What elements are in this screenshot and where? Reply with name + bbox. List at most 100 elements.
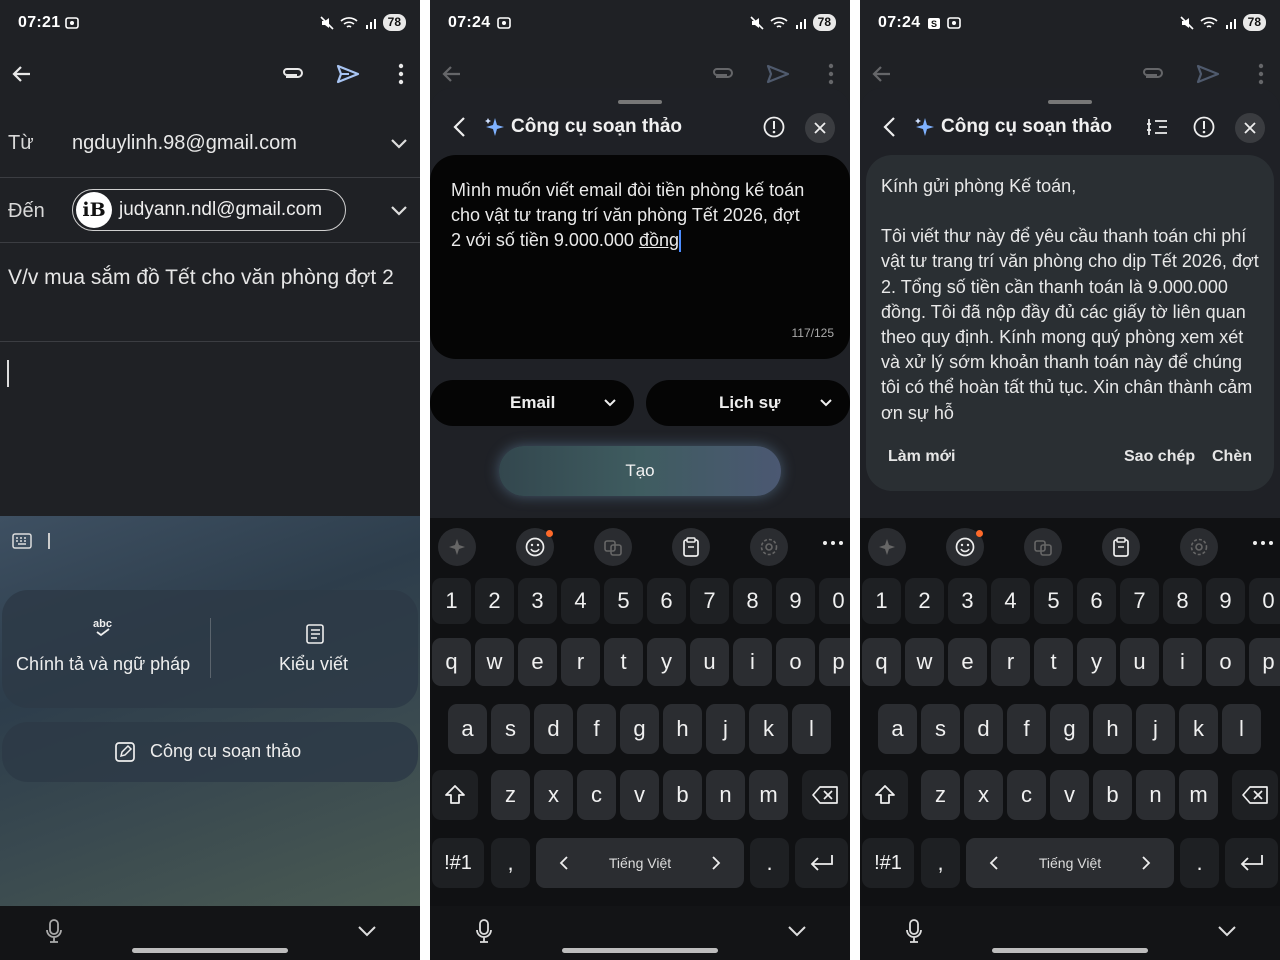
key-n[interactable]: n [1136, 770, 1175, 820]
key-8[interactable]: 8 [733, 578, 772, 624]
result-text[interactable]: Kính gửi phòng Kế toán, Tôi viết thư này… [881, 174, 1259, 430]
settings-tool-button[interactable] [1180, 528, 1218, 566]
key-3[interactable]: 3 [518, 578, 557, 624]
key-i[interactable]: i [733, 638, 772, 686]
key-z[interactable]: z [491, 770, 530, 820]
report-icon[interactable] [763, 116, 785, 138]
close-button[interactable] [1235, 113, 1265, 143]
key-g[interactable]: g [1050, 704, 1089, 754]
key-0[interactable]: 0 [1249, 578, 1280, 624]
key-p[interactable]: p [819, 638, 850, 686]
key-1[interactable]: 1 [862, 578, 901, 624]
key-l[interactable]: l [792, 704, 831, 754]
tone-select[interactable]: Lịch sự [646, 380, 850, 426]
sheet-handle[interactable] [618, 100, 662, 104]
attach-icon[interactable] [280, 62, 306, 86]
key-f[interactable]: f [1007, 704, 1046, 754]
symbols-key[interactable]: !#1 [432, 838, 484, 888]
from-row[interactable]: Từ ngduylinh.98@gmail.com [0, 112, 420, 178]
key-2[interactable]: 2 [905, 578, 944, 624]
home-indicator[interactable] [562, 948, 718, 953]
key-v[interactable]: v [620, 770, 659, 820]
chevron-down-icon[interactable] [390, 137, 408, 151]
key-p[interactable]: p [1249, 638, 1280, 686]
key-o[interactable]: o [1206, 638, 1245, 686]
back-arrow-icon[interactable] [10, 62, 34, 86]
key-q[interactable]: q [432, 638, 471, 686]
emoji-tool-button[interactable] [946, 528, 984, 566]
comma-key[interactable]: , [921, 838, 960, 888]
key-1[interactable]: 1 [432, 578, 471, 624]
more-horiz-icon[interactable] [1252, 539, 1274, 547]
space-key[interactable]: Tiếng Việt [536, 838, 744, 888]
body-cursor[interactable] [7, 360, 9, 387]
generate-button[interactable]: Tạo [499, 446, 781, 496]
recipient-chip[interactable]: iB judyann.ndl@gmail.com [72, 189, 346, 231]
emoji-tool-button[interactable] [516, 528, 554, 566]
chevron-down-icon[interactable] [390, 204, 408, 218]
key-h[interactable]: h [663, 704, 702, 754]
home-indicator[interactable] [992, 948, 1148, 953]
report-icon[interactable] [1193, 116, 1215, 138]
microphone-icon[interactable] [44, 918, 64, 944]
key-m[interactable]: m [749, 770, 788, 820]
key-k[interactable]: k [749, 704, 788, 754]
period-key[interactable]: . [1180, 838, 1219, 888]
hide-keyboard-icon[interactable] [1217, 925, 1237, 939]
copy-button[interactable]: Sao chép [1124, 448, 1195, 466]
shift-key[interactable] [432, 770, 478, 820]
writing-style-button[interactable]: Kiểu viết [212, 590, 418, 708]
hide-keyboard-icon[interactable] [787, 925, 807, 939]
key-g[interactable]: g [620, 704, 659, 754]
key-u[interactable]: u [690, 638, 729, 686]
send-icon[interactable] [335, 62, 361, 86]
backspace-key[interactable] [1232, 770, 1278, 820]
format-select[interactable]: Email [430, 380, 634, 426]
keyboard-icon[interactable] [12, 533, 32, 549]
enter-key[interactable] [1225, 838, 1278, 888]
backspace-key[interactable] [802, 770, 848, 820]
refresh-button[interactable]: Làm mới [888, 448, 955, 466]
key-7[interactable]: 7 [690, 578, 729, 624]
symbols-key[interactable]: !#1 [862, 838, 914, 888]
sheet-handle[interactable] [1048, 100, 1092, 104]
key-w[interactable]: w [475, 638, 514, 686]
key-h[interactable]: h [1093, 704, 1132, 754]
key-2[interactable]: 2 [475, 578, 514, 624]
key-b[interactable]: b [1093, 770, 1132, 820]
key-s[interactable]: s [921, 704, 960, 754]
chevron-left-icon[interactable] [882, 116, 896, 138]
key-y[interactable]: y [647, 638, 686, 686]
ai-sparkle-tool-button[interactable] [438, 528, 476, 566]
key-6[interactable]: 6 [647, 578, 686, 624]
key-r[interactable]: r [561, 638, 600, 686]
more-vert-icon[interactable] [394, 62, 408, 86]
enter-key[interactable] [795, 838, 848, 888]
key-t[interactable]: t [604, 638, 643, 686]
key-u[interactable]: u [1120, 638, 1159, 686]
settings-tool-button[interactable] [750, 528, 788, 566]
key-o[interactable]: o [776, 638, 815, 686]
translate-tool-button[interactable] [1024, 528, 1062, 566]
key-y[interactable]: y [1077, 638, 1116, 686]
key-x[interactable]: x [964, 770, 1003, 820]
comma-key[interactable]: , [491, 838, 530, 888]
key-9[interactable]: 9 [776, 578, 815, 624]
shift-key[interactable] [862, 770, 908, 820]
key-5[interactable]: 5 [604, 578, 643, 624]
home-indicator[interactable] [132, 948, 288, 953]
key-n[interactable]: n [706, 770, 745, 820]
ai-sparkle-tool-button[interactable] [868, 528, 906, 566]
key-a[interactable]: a [878, 704, 917, 754]
key-w[interactable]: w [905, 638, 944, 686]
adjust-icon[interactable] [1147, 117, 1169, 137]
key-v[interactable]: v [1050, 770, 1089, 820]
hide-keyboard-icon[interactable] [357, 925, 377, 939]
spell-grammar-button[interactable]: abc Chính tả và ngữ pháp [2, 590, 210, 708]
key-x[interactable]: x [534, 770, 573, 820]
key-z[interactable]: z [921, 770, 960, 820]
prompt-input[interactable]: Mình muốn viết email đòi tiền phòng kế t… [451, 178, 811, 253]
key-m[interactable]: m [1179, 770, 1218, 820]
close-button[interactable] [805, 113, 835, 143]
key-j[interactable]: j [706, 704, 745, 754]
